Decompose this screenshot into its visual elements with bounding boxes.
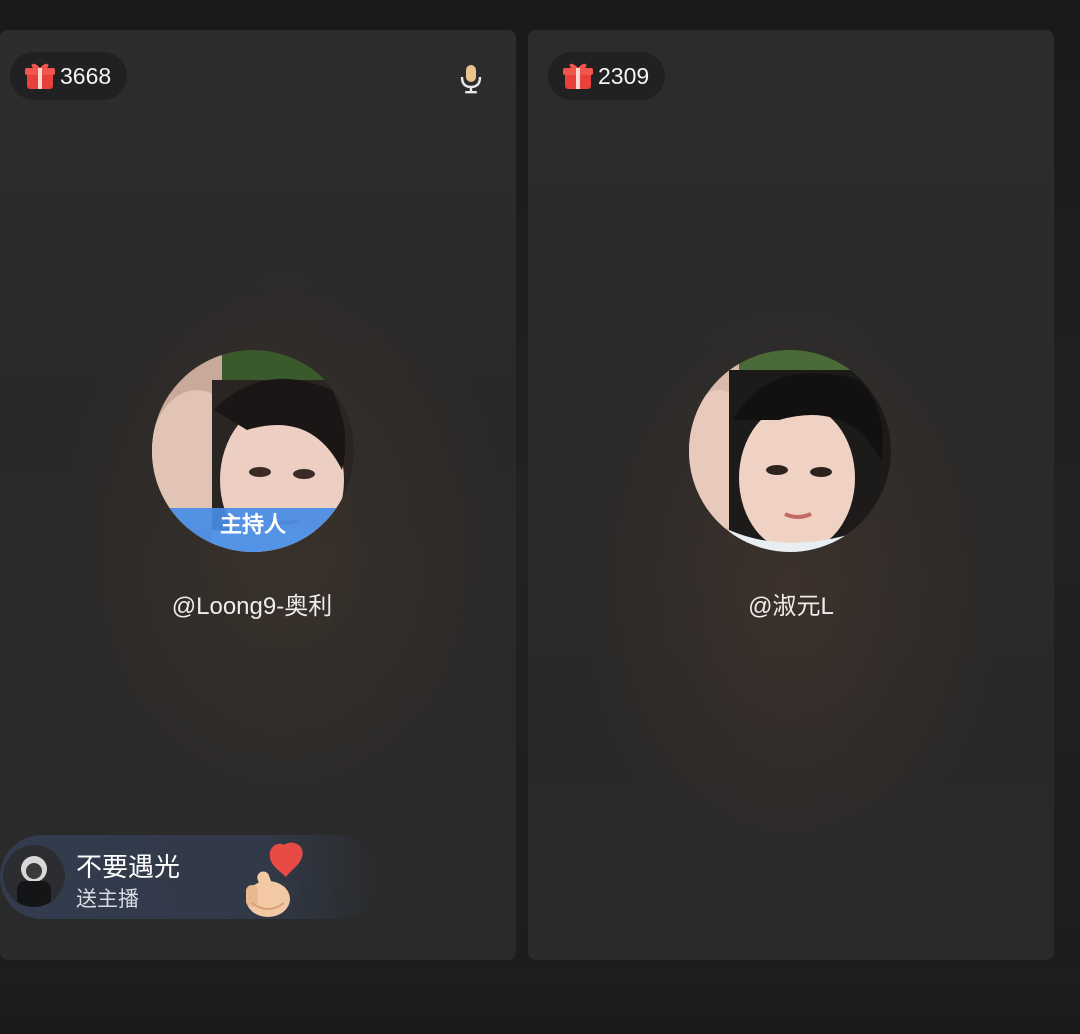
microphone-icon[interactable] [458, 64, 484, 94]
bottom-bar [0, 970, 1080, 1034]
live-room-screen: 3668 主持人 @Loong9-奥利 不要遇光 送主播 2309 @淑元L [0, 0, 1080, 1034]
guest-video-panel[interactable]: 2309 @淑元L [528, 30, 1054, 960]
gift-count-badge[interactable]: 2309 [548, 52, 666, 100]
gift-box-icon [562, 61, 594, 91]
gift-action-text: 送主播 [76, 887, 139, 911]
guest-username[interactable]: @淑元L [528, 586, 1054, 621]
finger-heart-icon [238, 841, 312, 921]
host-video-panel[interactable]: 3668 主持人 @Loong9-奥利 不要遇光 送主播 [0, 30, 516, 960]
gift-notification: 不要遇光 送主播 [0, 835, 380, 919]
gift-count: 3668 [60, 62, 112, 89]
gift-count: 2309 [598, 62, 650, 89]
guest-avatar[interactable] [689, 350, 891, 552]
host-username[interactable]: @Loong9-奥利 [0, 586, 504, 621]
gift-count-badge[interactable]: 3668 [10, 52, 128, 100]
host-tag: 主持人 [152, 508, 354, 552]
sender-avatar[interactable] [3, 845, 65, 907]
host-avatar[interactable]: 主持人 [152, 350, 354, 552]
sender-name: 不要遇光 [76, 853, 181, 883]
gift-box-icon [24, 61, 56, 91]
